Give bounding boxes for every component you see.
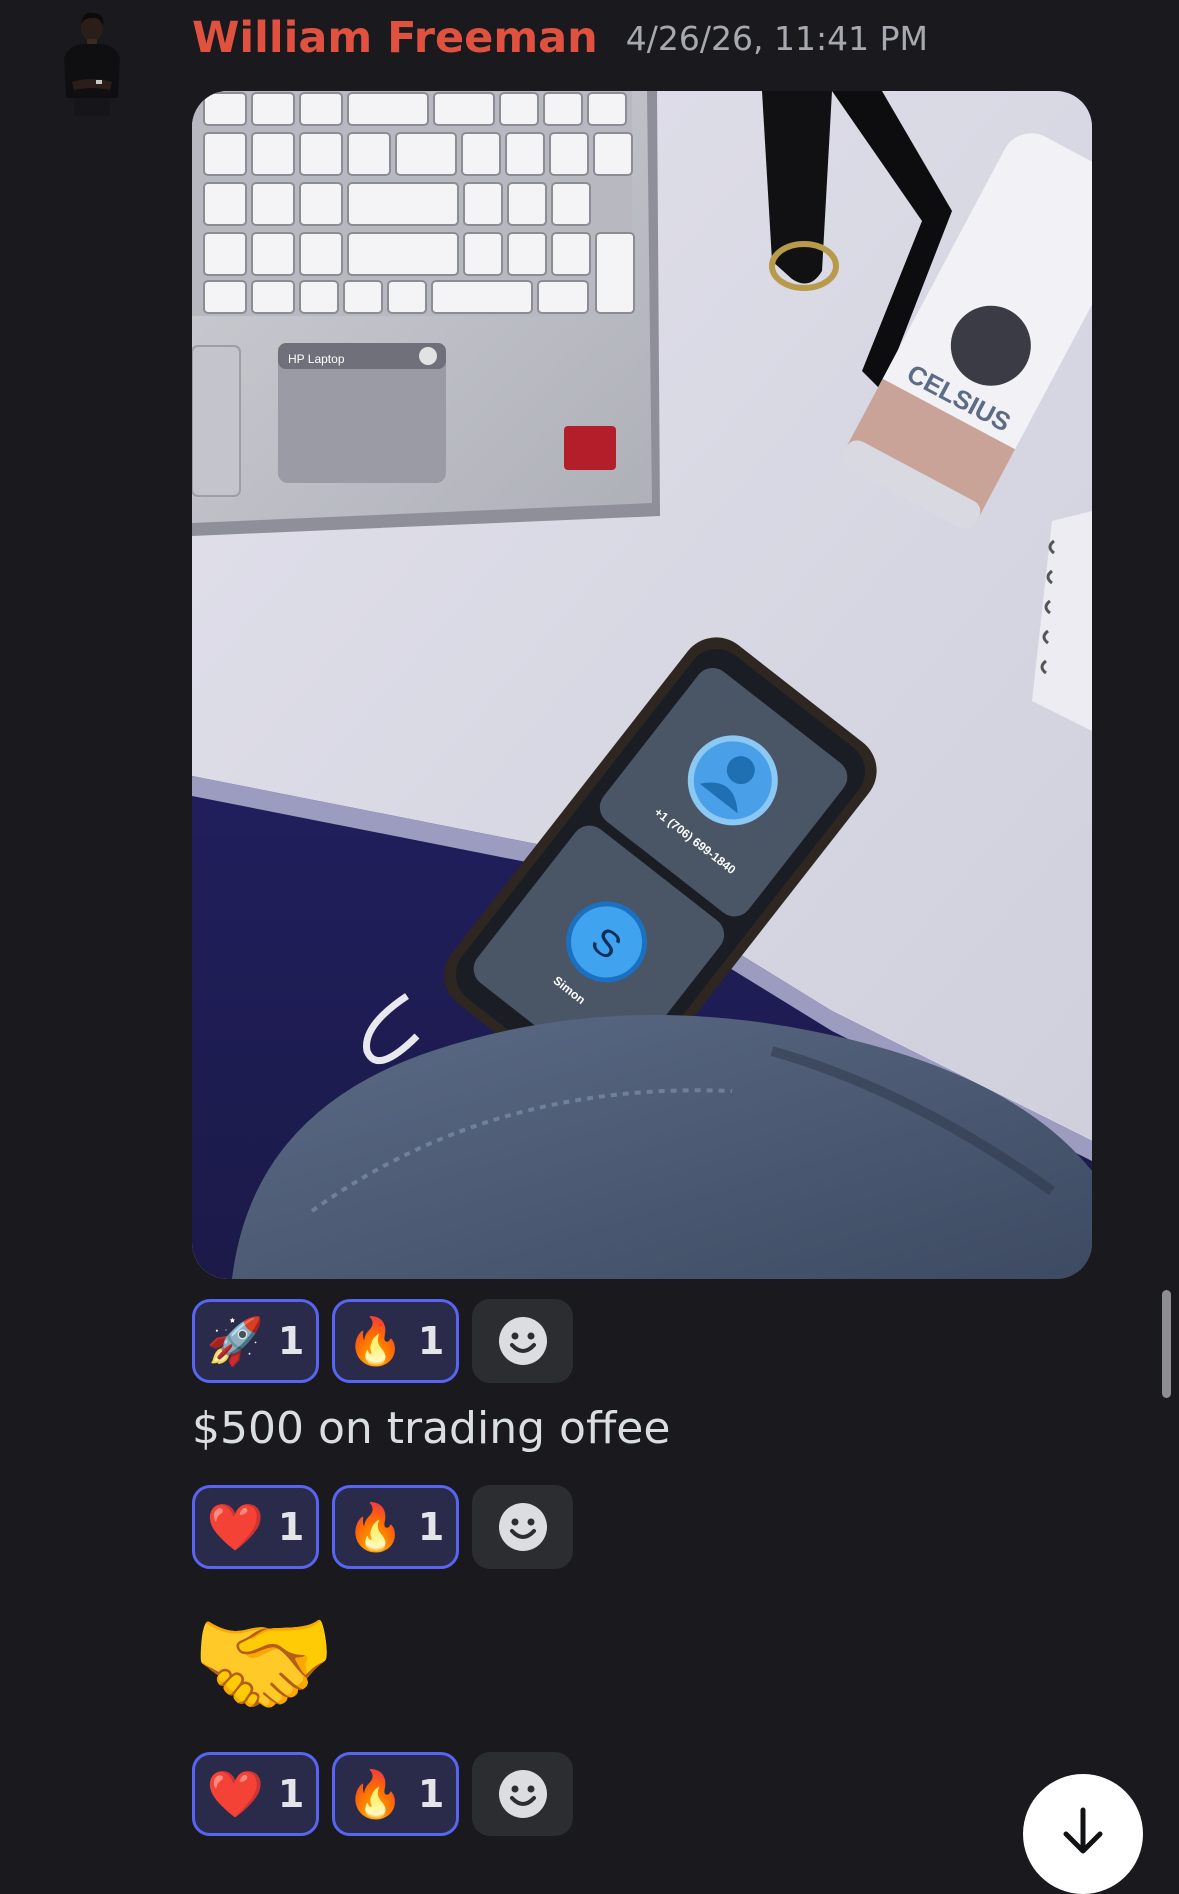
arrow-down-icon: [1063, 1807, 1103, 1854]
author-avatar[interactable]: [52, 6, 132, 121]
reaction-heart[interactable]: ❤️ 1: [192, 1752, 319, 1836]
smiley-icon: [498, 1317, 547, 1365]
handshake-emoji-message: 🤝: [190, 1594, 337, 1732]
scrollbar-thumb[interactable]: [1162, 1290, 1171, 1398]
message-text: $500 on trading offee: [192, 1403, 671, 1454]
reaction-count: 1: [277, 1505, 305, 1549]
rocket-emoji: 🚀: [206, 1314, 264, 1368]
reaction-heart[interactable]: ❤️ 1: [192, 1485, 319, 1569]
reaction-rocket[interactable]: 🚀 1: [192, 1299, 319, 1383]
smiley-icon: [498, 1503, 547, 1551]
smiley-icon: [498, 1770, 547, 1818]
emoji-reactions: ❤️ 1 🔥 1: [192, 1752, 573, 1836]
photo-reactions: 🚀 1 🔥 1: [192, 1299, 573, 1383]
fire-emoji: 🔥: [346, 1767, 404, 1821]
reaction-fire[interactable]: 🔥 1: [332, 1485, 459, 1569]
add-reaction-button[interactable]: [472, 1299, 573, 1383]
reaction-count: 1: [417, 1772, 445, 1816]
message-header: William Freeman 4/26/26, 11:41 PM: [192, 8, 928, 68]
reaction-count: 1: [417, 1505, 445, 1549]
image-attachment[interactable]: HP Laptop CELSIUS +1 (706) 699-1840 S Si…: [192, 91, 1092, 1279]
reaction-count: 1: [417, 1319, 445, 1363]
reaction-fire[interactable]: 🔥 1: [332, 1299, 459, 1383]
add-reaction-button[interactable]: [472, 1752, 573, 1836]
jump-to-latest-button[interactable]: [1023, 1774, 1143, 1894]
laptop-label: HP Laptop: [288, 352, 345, 366]
fire-emoji: 🔥: [346, 1500, 404, 1554]
message-timestamp: 4/26/26, 11:41 PM: [625, 18, 928, 58]
text-reactions: ❤️ 1 🔥 1: [192, 1485, 573, 1569]
reaction-count: 1: [277, 1319, 305, 1363]
reaction-fire[interactable]: 🔥 1: [332, 1752, 459, 1836]
fire-emoji: 🔥: [346, 1314, 404, 1368]
heart-emoji: ❤️: [206, 1500, 264, 1554]
add-reaction-button[interactable]: [472, 1485, 573, 1569]
heart-emoji: ❤️: [206, 1767, 264, 1821]
author-name[interactable]: William Freeman: [192, 13, 598, 63]
attachment-photo: HP Laptop CELSIUS +1 (706) 699-1840 S Si…: [192, 91, 1092, 1279]
reaction-count: 1: [277, 1772, 305, 1816]
